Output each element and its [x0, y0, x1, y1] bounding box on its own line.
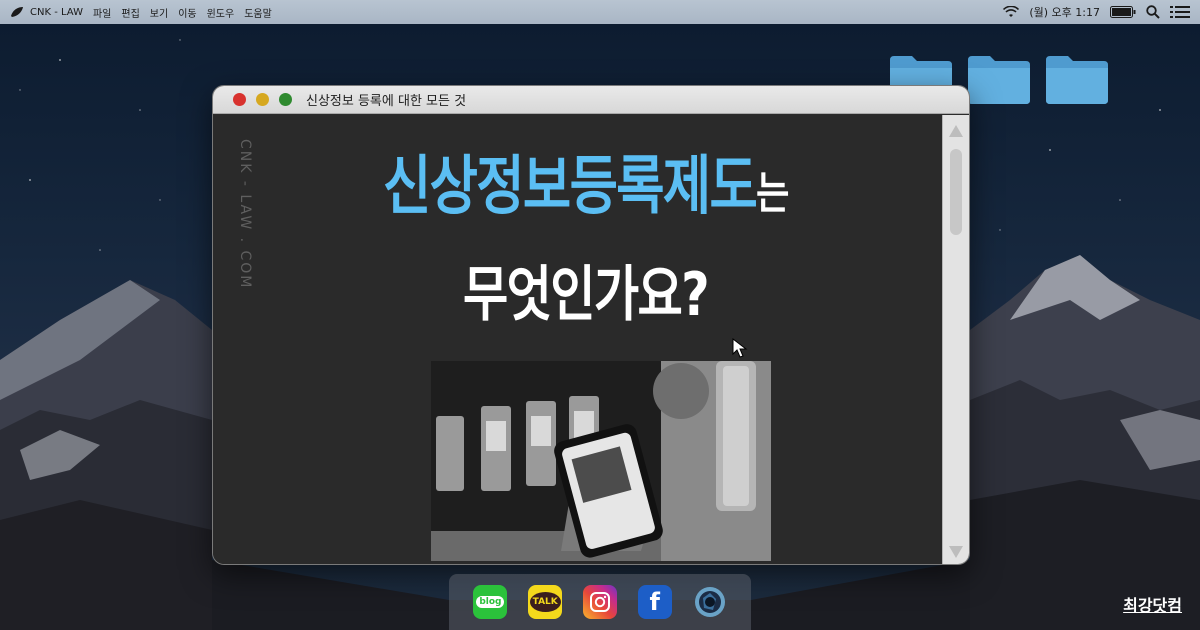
menu-help[interactable]: 도움말: [244, 5, 272, 20]
headline-accent: 신상정보등록제도: [383, 150, 758, 224]
status-area: (월) 오후 1:17: [1003, 4, 1190, 20]
maximize-button[interactable]: [279, 93, 292, 106]
menu-file[interactable]: 파일: [93, 5, 111, 20]
battery-icon[interactable]: [1110, 6, 1136, 18]
phone-hand-image: [431, 361, 771, 561]
blog-icon-label: blog: [479, 597, 502, 607]
scroll-up-arrow-icon[interactable]: [949, 125, 963, 137]
kakaotalk-icon[interactable]: TALK: [528, 585, 563, 619]
headline-suffix: 는: [756, 168, 789, 219]
folder-icon[interactable]: [968, 56, 1030, 104]
blog-icon[interactable]: blog: [473, 585, 508, 619]
vertical-scrollbar[interactable]: [942, 115, 969, 564]
app-name-menu[interactable]: CNK - LAW: [30, 7, 83, 18]
minimize-button[interactable]: [256, 93, 269, 106]
close-button[interactable]: [233, 93, 246, 106]
menu-bar: CNK - LAW 파일 편집 보기 이동 윈도우 도움말 (월) 오후 1:1…: [0, 0, 1200, 24]
camera-aperture-icon[interactable]: [693, 585, 727, 619]
window-content: CNK - LAW . COM 신상정보등록제도는 무엇인가요?: [213, 115, 944, 564]
facebook-icon[interactable]: f: [637, 585, 672, 619]
aperture-glyph-icon: [694, 587, 725, 617]
menu-window[interactable]: 윈도우: [207, 5, 235, 20]
clock[interactable]: (월) 오후 1:17: [1029, 4, 1100, 20]
app-window: 신상정보 등록에 대한 모든 것 CNK - LAW . COM 신상정보등록제…: [212, 85, 970, 565]
mouse-pointer-icon: [732, 337, 748, 358]
scroll-down-arrow-icon[interactable]: [949, 546, 963, 558]
window-titlebar[interactable]: 신상정보 등록에 대한 모든 것: [213, 86, 969, 114]
smartphone-photo: [431, 361, 771, 561]
menu-go[interactable]: 이동: [178, 5, 196, 20]
menu-edit[interactable]: 편집: [121, 5, 139, 20]
wifi-icon[interactable]: [1003, 6, 1020, 18]
vertical-site-text: CNK - LAW . COM: [237, 139, 253, 290]
facebook-icon-label: f: [649, 588, 660, 616]
app-logo-icon[interactable]: [10, 6, 24, 18]
window-title: 신상정보 등록에 대한 모든 것: [306, 94, 467, 109]
menu-view[interactable]: 보기: [150, 5, 168, 20]
dock: blog TALK f: [449, 574, 751, 630]
kakaotalk-icon-label: TALK: [532, 597, 558, 607]
search-icon[interactable]: [1146, 5, 1160, 19]
headline-line-2: 무엇인가요?: [463, 260, 710, 330]
list-menu-icon[interactable]: [1170, 5, 1190, 19]
scroll-thumb[interactable]: [950, 149, 962, 235]
headline-line-1: 신상정보등록제도는: [383, 155, 789, 219]
instagram-icon[interactable]: [582, 585, 617, 619]
brand-signature: 최강닷컴: [1123, 596, 1182, 615]
instagram-camera-glyph-icon: [589, 592, 610, 612]
folder-icon[interactable]: [1046, 56, 1108, 104]
